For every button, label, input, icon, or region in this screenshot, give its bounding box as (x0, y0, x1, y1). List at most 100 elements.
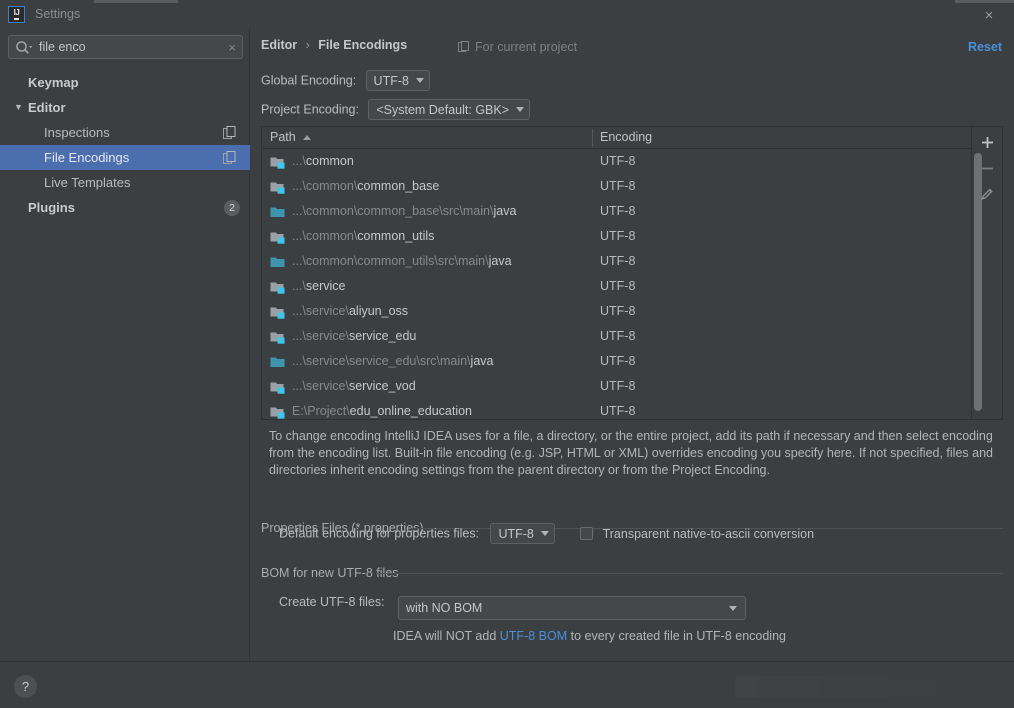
transparent-native-to-ascii-label: Transparent native-to-ascii conversion (602, 526, 815, 541)
breadcrumb-parent[interactable]: Editor (261, 38, 297, 52)
sidebar-item-label: File Encodings (44, 150, 130, 165)
module-folder-icon (270, 229, 286, 244)
path-name: edu_online_education (349, 404, 473, 418)
help-button[interactable]: ? (14, 675, 37, 698)
sidebar-item-label: Keymap (28, 75, 79, 90)
path-prefix: ...\ (292, 279, 306, 293)
intellij-logo-text: IJ (13, 9, 20, 20)
default-properties-encoding-row: Default encoding for properties files: U… (279, 523, 814, 544)
clear-search-icon[interactable]: × (228, 39, 236, 56)
settings-tree: Keymap ▼ Editor Inspections File Encodings Li… (0, 70, 250, 220)
source-folder-icon (270, 354, 286, 369)
path-name: java (470, 354, 494, 368)
table-row[interactable]: ...\common\common_base\src\main\java UTF-… (262, 199, 972, 224)
bom-hint-link[interactable]: UTF-8 BOM (500, 629, 567, 643)
chevron-down-icon (415, 78, 424, 83)
window-chrome-strip-left (94, 0, 178, 3)
table-row[interactable]: ...\common\common_utils\src\main\java UTF… (262, 249, 972, 274)
sidebar-item-live-templates[interactable]: Live Templates (0, 170, 250, 195)
sidebar-item-plugins[interactable]: Plugins 2 (0, 195, 250, 220)
project-settings-copy-icon[interactable] (223, 126, 236, 139)
add-path-button[interactable] (972, 129, 1002, 155)
table-row[interactable]: ...\common\common_utils UTF-8 (262, 224, 972, 249)
remove-path-button[interactable] (972, 155, 1002, 181)
path-prefix: ...\service\ (292, 379, 349, 393)
table-body: ...\common UTF-8 ...\common\common_base UTF… (262, 149, 972, 419)
table-cell-encoding[interactable]: UTF-8 (600, 274, 635, 299)
table-row[interactable]: ...\service\service_edu\src\main\java UTF… (262, 349, 972, 374)
table-row[interactable]: ...\common\common_base UTF-8 (262, 174, 972, 199)
pencil-icon (980, 188, 993, 201)
sidebar-item-keymap[interactable]: Keymap (0, 70, 250, 95)
scope-label: For current project (475, 40, 578, 54)
global-encoding-select[interactable]: UTF-8 (365, 70, 430, 91)
table-cell-path: ...\common\common_base\src\main\java (292, 199, 516, 224)
module-folder-icon (270, 407, 285, 419)
project-encoding-value: <System Default: GBK> (376, 102, 510, 117)
table-row[interactable]: ...\service UTF-8 (262, 274, 972, 299)
table-row[interactable]: ...\common UTF-8 (262, 149, 972, 174)
reset-link[interactable]: Reset (968, 40, 1002, 54)
column-header-path[interactable]: Path (270, 127, 296, 148)
module-folder-icon (270, 304, 286, 319)
table-cell-encoding[interactable]: UTF-8 (600, 149, 635, 174)
create-utf8-files-label: Create UTF-8 files: (279, 595, 385, 609)
table-cell-encoding[interactable]: UTF-8 (600, 349, 635, 374)
sidebar-item-inspections[interactable]: Inspections (0, 120, 250, 145)
bom-hint-prefix: IDEA will NOT add (393, 629, 500, 643)
module-folder-icon (270, 279, 286, 294)
table-cell-encoding[interactable]: UTF-8 (600, 399, 635, 419)
search-box[interactable]: file enco × (8, 35, 243, 59)
table-cell-path: ...\common\common_utils\src\main\java (292, 249, 512, 274)
source-folder-icon (270, 357, 285, 367)
column-header-encoding[interactable]: Encoding (600, 127, 652, 148)
sort-ascending-icon (303, 135, 311, 140)
table-cell-path: E:\Project\edu_online_education (292, 399, 472, 419)
sidebar-item-editor[interactable]: ▼ Editor (0, 95, 250, 120)
table-row[interactable]: ...\service\aliyun_oss UTF-8 (262, 299, 972, 324)
sidebar-item-label: Plugins (28, 200, 75, 215)
table-row[interactable]: ...\service\service_edu UTF-8 (262, 324, 972, 349)
path-name: service (305, 279, 346, 293)
table-cell-encoding[interactable]: UTF-8 (600, 299, 635, 324)
table-cell-encoding[interactable]: UTF-8 (600, 199, 635, 224)
table-cell-encoding[interactable]: UTF-8 (600, 224, 635, 249)
default-properties-encoding-select[interactable]: UTF-8 (490, 523, 555, 544)
sidebar-item-badge: 2 (224, 200, 240, 216)
close-icon[interactable]: × (978, 5, 1000, 25)
create-utf8-files-row: Create UTF-8 files: with NO BOM (279, 595, 746, 620)
table-row[interactable]: E:\Project\edu_online_education UTF-8 (262, 399, 972, 419)
create-utf8-files-value: with NO BOM (405, 601, 483, 615)
title-bar: IJ Settings × (0, 0, 1014, 28)
module-folder-icon (270, 379, 286, 394)
sidebar-item-file-encodings[interactable]: File Encodings (0, 145, 250, 170)
path-name: common_base (357, 179, 440, 193)
transparent-native-to-ascii-checkbox[interactable]: Transparent native-to-ascii conversion (580, 526, 815, 541)
table-cell-encoding[interactable]: UTF-8 (600, 324, 635, 349)
create-utf8-files-select[interactable]: with NO BOM (397, 596, 746, 620)
checkbox-box-icon[interactable] (580, 526, 594, 540)
path-name: common_utils (357, 229, 435, 243)
edit-path-button[interactable] (972, 181, 1002, 207)
settings-sidebar: file enco × Keymap ▼ Editor Inspections File… (0, 28, 250, 661)
path-name: java (493, 204, 517, 218)
project-settings-copy-icon[interactable] (223, 151, 236, 164)
table-cell-path: ...\service\service_edu\src\main\java (292, 349, 493, 374)
twisty-expanded-icon[interactable]: ▼ (14, 95, 26, 120)
search-input[interactable]: file enco (39, 40, 214, 54)
intellij-logo-icon: IJ (8, 6, 25, 23)
footer-ghost-region (735, 676, 935, 698)
encodings-table: Path Encoding ...\common UTF-8 ...\common\… (261, 126, 1003, 420)
column-divider[interactable] (592, 129, 593, 147)
path-prefix: ...\common\common_base\src\main\ (292, 204, 494, 218)
path-name: aliyun_oss (348, 304, 409, 318)
table-cell-path: ...\common\common_utils (292, 224, 434, 249)
search-icon[interactable] (15, 40, 33, 56)
module-folder-icon (270, 154, 286, 169)
project-encoding-select[interactable]: <System Default: GBK> (368, 99, 531, 120)
table-row[interactable]: ...\service\service_vod UTF-8 (262, 374, 972, 399)
table-cell-encoding[interactable]: UTF-8 (600, 374, 635, 399)
table-cell-encoding[interactable]: UTF-8 (600, 174, 635, 199)
module-folder-icon (270, 307, 285, 319)
table-cell-encoding[interactable]: UTF-8 (600, 249, 635, 274)
